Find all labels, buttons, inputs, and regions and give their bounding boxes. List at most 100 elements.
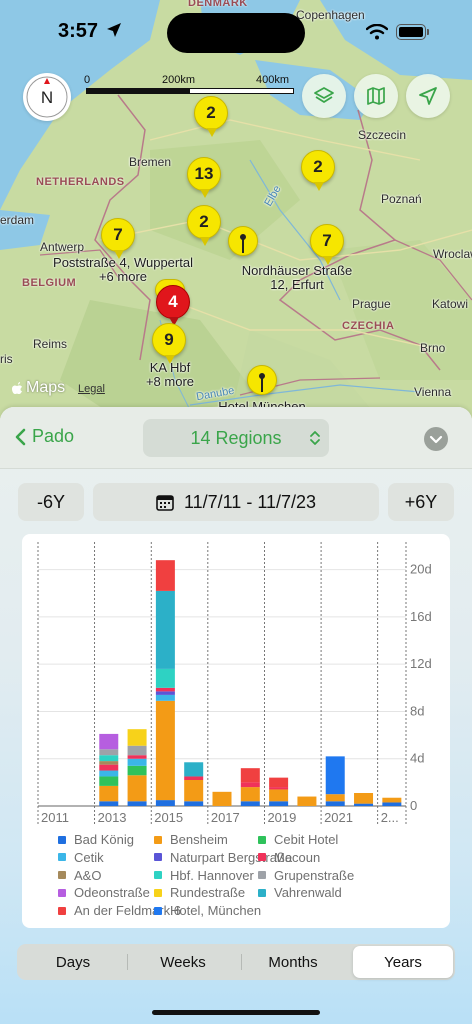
- bar-segment[interactable]: [99, 764, 119, 771]
- bar-segment[interactable]: [240, 787, 260, 802]
- legend-item: Cebit Hotel: [258, 832, 338, 847]
- bar-segment[interactable]: [240, 768, 260, 783]
- map-selected-cluster-pin[interactable]: 4: [156, 285, 190, 326]
- back-button[interactable]: Pado: [14, 426, 74, 447]
- bar-segment[interactable]: [155, 700, 175, 801]
- calendar-icon: [156, 494, 174, 511]
- city-label-katowice: Katowi: [432, 297, 469, 311]
- bar-segment[interactable]: [155, 691, 175, 695]
- bar-segment[interactable]: [155, 800, 175, 806]
- legal-link[interactable]: Legal: [78, 383, 105, 395]
- bar-segment[interactable]: [155, 668, 175, 688]
- y-tick-label: 4d: [410, 751, 424, 766]
- plus-six-years-button[interactable]: +6Y: [388, 483, 454, 521]
- date-range-button[interactable]: 11/7/11 - 11/7/23: [93, 483, 379, 521]
- legend-item: Macoun: [258, 850, 320, 865]
- chevron-down-icon: [429, 435, 443, 444]
- collapse-button[interactable]: [424, 427, 448, 451]
- segment-months-label: Months: [268, 953, 318, 971]
- bar-segment[interactable]: [184, 776, 204, 780]
- bar-segment[interactable]: [155, 560, 175, 591]
- bar-segment[interactable]: [240, 782, 260, 788]
- bar-segment[interactable]: [184, 801, 204, 806]
- layers-button[interactable]: [302, 74, 346, 118]
- map-cluster-pin[interactable]: 7: [101, 218, 135, 259]
- bar-segment[interactable]: [325, 756, 345, 795]
- bar-segment[interactable]: [127, 729, 147, 746]
- bar-segment[interactable]: [269, 787, 289, 790]
- bar-segment[interactable]: [269, 777, 289, 788]
- locate-button[interactable]: [406, 74, 450, 118]
- bar-segment[interactable]: [269, 789, 289, 802]
- bar-segment[interactable]: [269, 801, 289, 806]
- segment-days[interactable]: Days: [19, 946, 127, 978]
- legend-label: Cebit Hotel: [274, 832, 339, 847]
- legend-item: Bensheim: [154, 832, 228, 847]
- segment-years[interactable]: Years: [353, 946, 453, 978]
- legend-swatch: [58, 888, 66, 897]
- map-single-pin[interactable]: [228, 226, 258, 256]
- map-cluster-pin[interactable]: 9: [152, 323, 186, 364]
- bar-segment[interactable]: [240, 801, 260, 806]
- bar-segment[interactable]: [184, 780, 204, 802]
- bottom-sheet: Pado 14 Regions -6Y 11/7/11 - 11/7/23 +6…: [0, 407, 472, 1024]
- legend-label: Odeonstraße: [74, 885, 150, 901]
- bar-segment[interactable]: [99, 770, 119, 777]
- bar-segment[interactable]: [354, 793, 374, 804]
- map-cluster-pin[interactable]: 2: [194, 96, 228, 137]
- minus-six-years-button[interactable]: -6Y: [18, 483, 84, 521]
- map-cluster-pin[interactable]: 2: [187, 205, 221, 246]
- bar-segment[interactable]: [99, 755, 119, 762]
- location-arrow-icon: [419, 87, 437, 105]
- regions-picker[interactable]: 14 Regions: [143, 419, 329, 457]
- bar-segment[interactable]: [212, 791, 232, 806]
- bar-segment[interactable]: [155, 687, 175, 692]
- maps-logo: Maps: [12, 379, 65, 397]
- bar-segment[interactable]: [99, 801, 119, 806]
- bar-segment[interactable]: [297, 796, 317, 806]
- legend-label: A&O: [74, 867, 102, 883]
- marker-label-line2: +8 more: [145, 374, 195, 389]
- map-cluster-pin[interactable]: 13: [187, 157, 221, 198]
- bar-segment[interactable]: [99, 785, 119, 802]
- stays-bar-chart: 0 4d 8d 12d 16d 20d 2011 2013 2015 2017 2019 2021 2.…: [37, 542, 432, 824]
- battery-fill: [399, 27, 423, 37]
- apple-logo-icon: [12, 382, 22, 394]
- segment-divider: [127, 954, 128, 970]
- bar-segment[interactable]: [127, 745, 147, 756]
- legend-item: Grupenstraße: [258, 868, 354, 883]
- map-single-pin[interactable]: [247, 365, 277, 395]
- legend-swatch: [258, 835, 266, 844]
- bar-segment[interactable]: [127, 775, 147, 802]
- compass-button[interactable]: N: [23, 73, 71, 121]
- bar-segment[interactable]: [99, 761, 119, 765]
- bar-segment[interactable]: [99, 749, 119, 756]
- bar-segment[interactable]: [155, 590, 175, 669]
- map-view[interactable]: DENMARK NETHERLANDS BELGIUM CZECHIA Cope…: [0, 0, 472, 420]
- bar-segment[interactable]: [354, 803, 374, 806]
- bar-segment[interactable]: [127, 755, 147, 759]
- time-granularity-segmented-control: Days Weeks Months Years: [17, 944, 455, 980]
- scale-label-200: 200km: [162, 74, 196, 86]
- bar-segment[interactable]: [325, 794, 345, 802]
- scale-label-0: 0: [84, 74, 91, 86]
- map-style-button[interactable]: [354, 74, 398, 118]
- city-label-vienna: Vienna: [414, 385, 452, 399]
- bar-segment[interactable]: [382, 802, 402, 806]
- map-cluster-pin[interactable]: 2: [301, 150, 335, 191]
- bar-segment[interactable]: [127, 801, 147, 806]
- bar-segment[interactable]: [99, 776, 119, 786]
- bar-segment[interactable]: [155, 694, 175, 701]
- segment-weeks[interactable]: Weeks: [129, 946, 237, 978]
- bar-segment[interactable]: [382, 797, 402, 803]
- bar-segment[interactable]: [127, 758, 147, 766]
- x-tick-label: 2011: [41, 810, 69, 824]
- map-cluster-pin[interactable]: 7: [310, 224, 344, 265]
- back-button-label: Pado: [32, 426, 75, 446]
- bar-segment[interactable]: [325, 801, 345, 806]
- bar-segment[interactable]: [184, 762, 204, 777]
- segment-months[interactable]: Months: [239, 946, 347, 978]
- map-terrain: [0, 0, 472, 420]
- bar-segment[interactable]: [127, 765, 147, 776]
- bar-segment[interactable]: [99, 733, 119, 750]
